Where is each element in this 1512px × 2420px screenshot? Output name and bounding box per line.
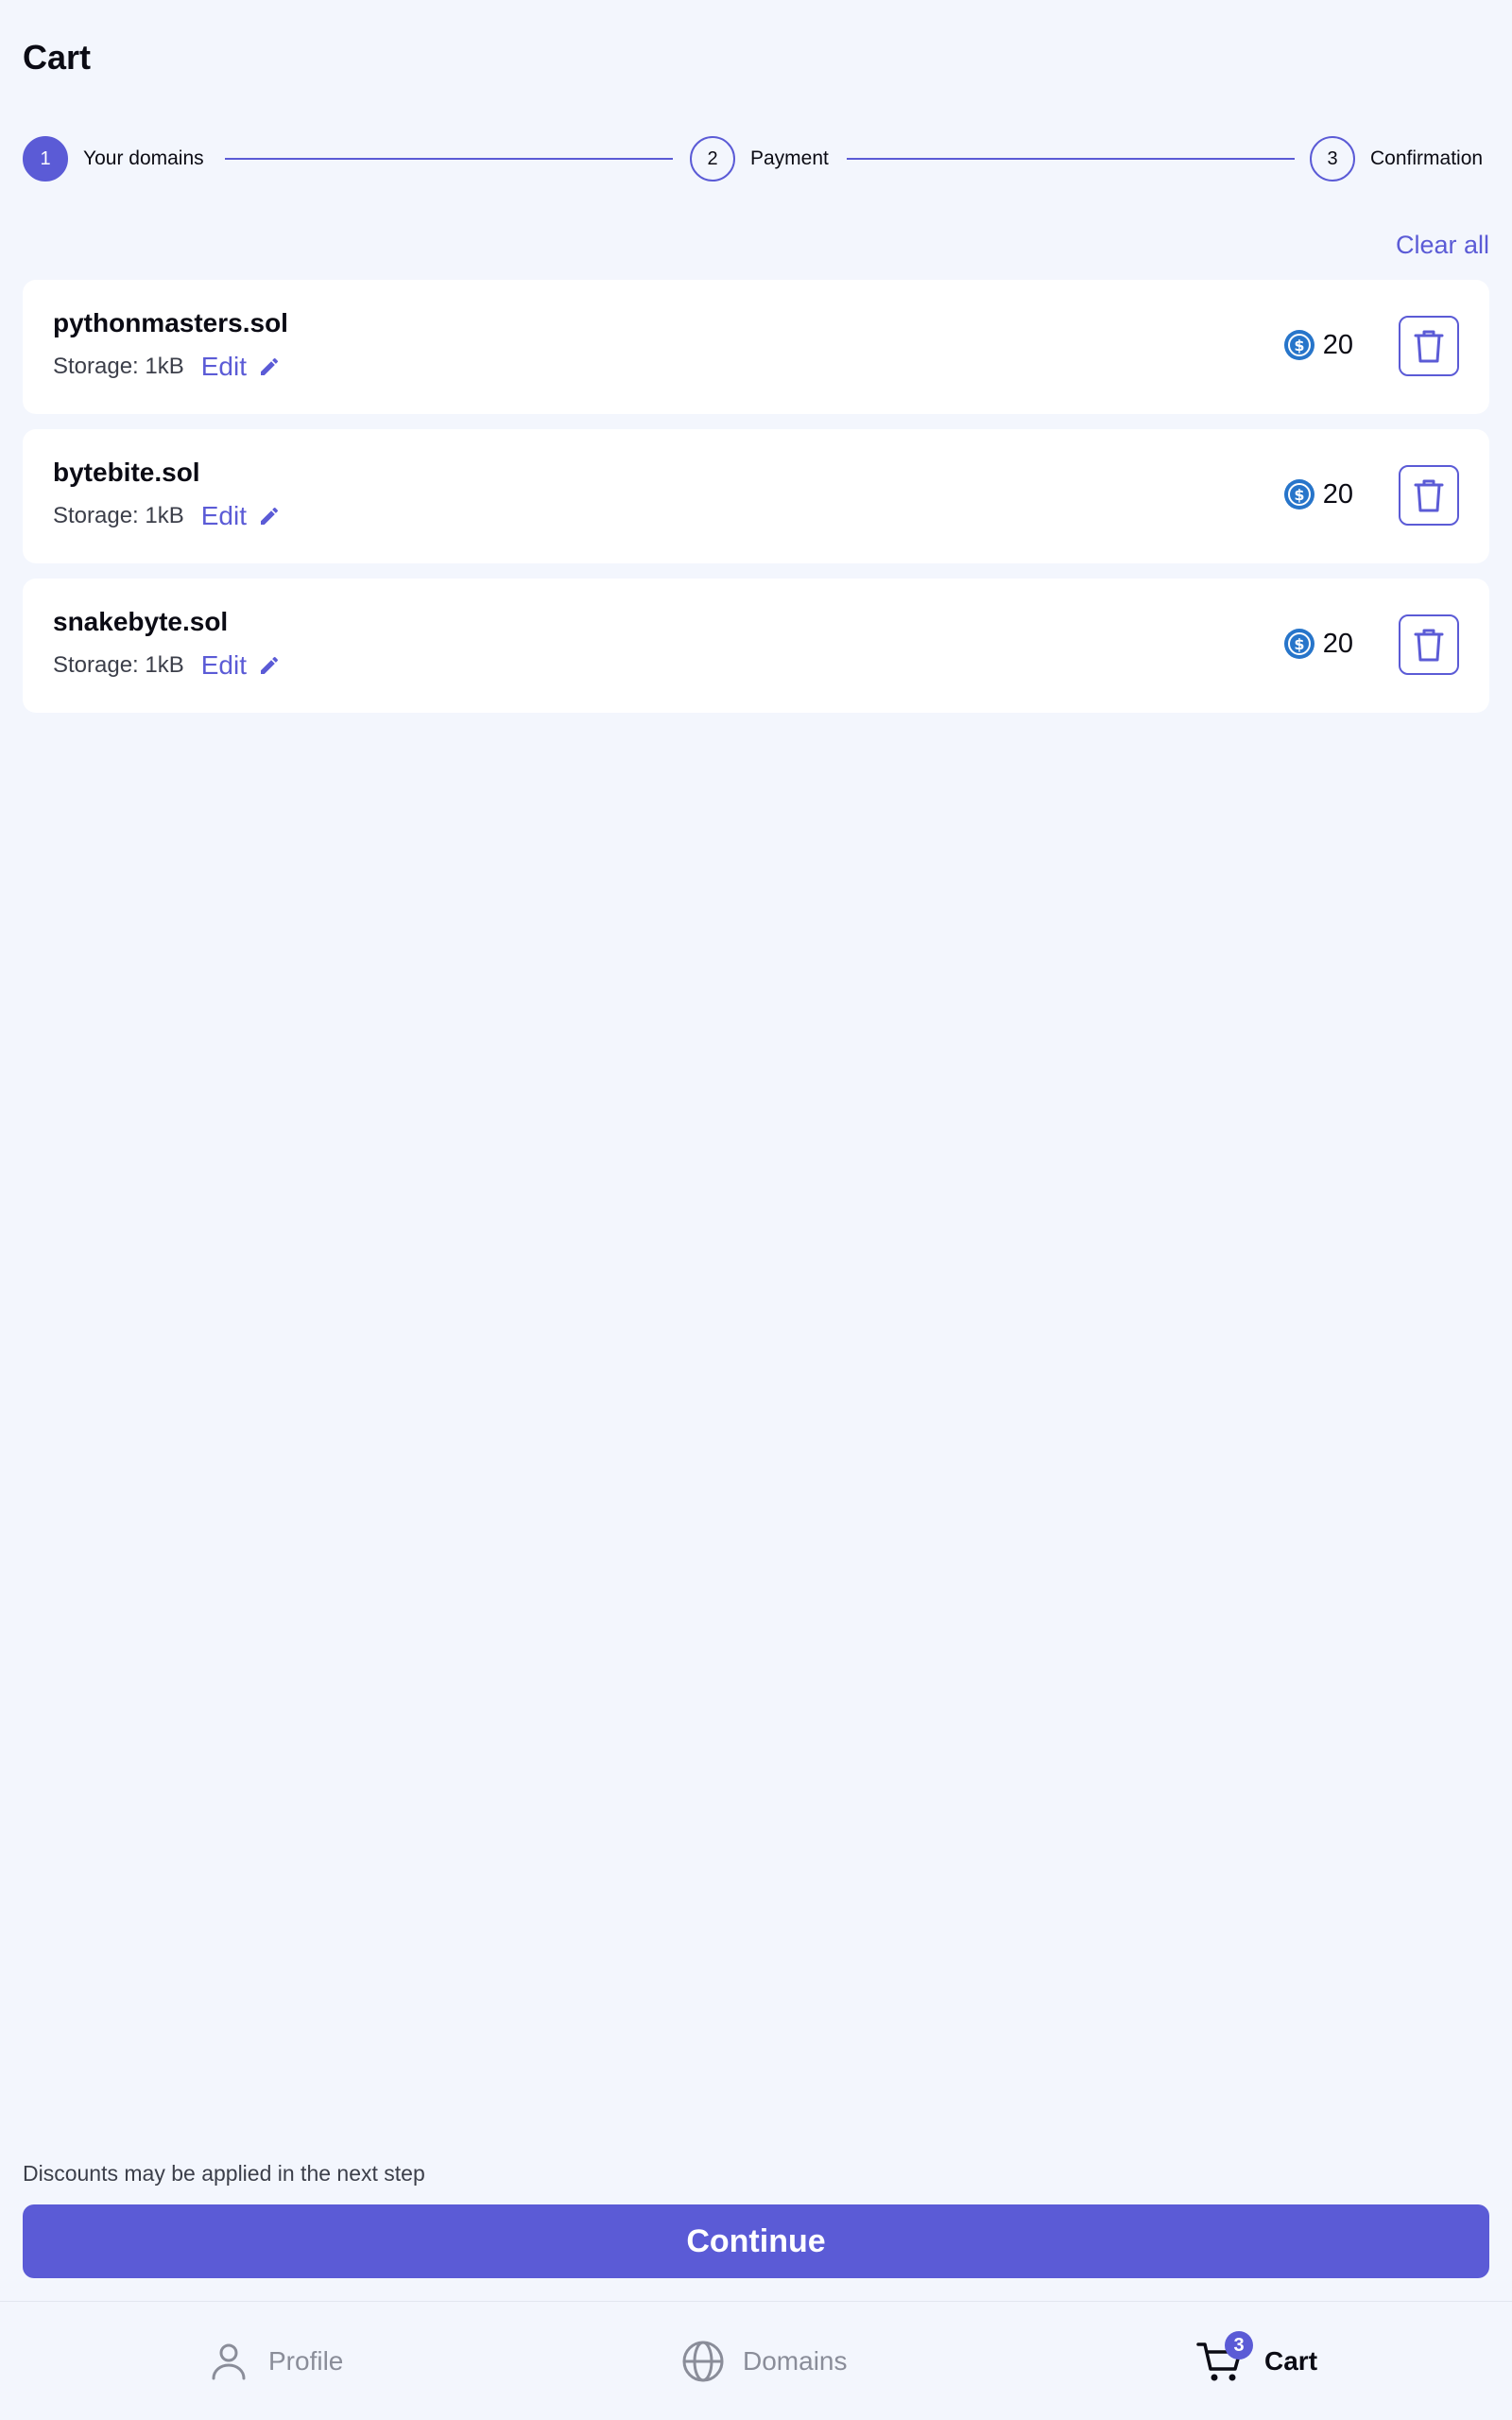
nav-item-cart[interactable]: 3 Cart <box>1194 2302 1317 2420</box>
nav-label: Cart <box>1264 2346 1318 2376</box>
nav-label: Domains <box>743 2346 848 2376</box>
pencil-icon <box>261 357 279 375</box>
domain-name: pythonmasters.sol <box>53 308 288 337</box>
cart-item-list: pythonmasters.sol Storage: 1kB Edit $ 20 <box>23 280 1489 728</box>
nav-label: Profile <box>268 2346 344 2376</box>
delete-item-button[interactable] <box>1399 465 1459 526</box>
trash-icon <box>1414 629 1444 662</box>
edit-label: Edit <box>200 650 247 680</box>
edit-storage-button[interactable]: Edit <box>201 501 281 531</box>
trash-icon <box>1414 330 1444 363</box>
item-price: $ 20 <box>1283 628 1353 660</box>
item-meta: Storage: 1kB Edit <box>53 352 281 382</box>
clear-all-button[interactable]: Clear all <box>1396 231 1489 260</box>
step-number: 2 <box>690 136 735 182</box>
user-icon <box>212 2343 246 2380</box>
continue-button[interactable]: Continue <box>23 2204 1489 2278</box>
delete-item-button[interactable] <box>1399 316 1459 376</box>
nav-item-profile[interactable]: Profile <box>206 2302 343 2420</box>
step-number: 1 <box>23 136 68 182</box>
cart-item: bytebite.sol Storage: 1kB Edit $ 20 <box>23 429 1489 563</box>
edit-storage-button[interactable]: Edit <box>201 352 281 382</box>
step-connector <box>225 158 673 160</box>
checkout-stepper: 1 Your domains 2 Payment 3 Confirmation <box>23 136 1489 182</box>
storage-label: Storage: 1kB <box>53 354 184 379</box>
edit-storage-button[interactable]: Edit <box>201 650 281 681</box>
nav-item-domains[interactable]: Domains <box>680 2302 847 2420</box>
discount-note: Discounts may be applied in the next ste… <box>23 2161 425 2186</box>
step-your-domains[interactable]: 1 Your domains <box>23 136 204 182</box>
step-label: Payment <box>750 147 829 169</box>
pencil-icon <box>261 507 279 525</box>
svg-text:$: $ <box>1294 635 1304 653</box>
cart-item: pythonmasters.sol Storage: 1kB Edit $ 20 <box>23 280 1489 414</box>
page-title: Cart <box>23 38 92 77</box>
bottom-nav: Profile Domains 3 Cart <box>0 2301 1512 2420</box>
pencil-icon <box>261 656 279 674</box>
svg-text:$: $ <box>1294 486 1304 504</box>
domain-name: snakebyte.sol <box>53 607 229 636</box>
step-payment[interactable]: 2 Payment <box>690 136 829 182</box>
svg-text:$: $ <box>1294 337 1304 354</box>
cart-count-badge: 3 <box>1225 2331 1253 2360</box>
step-connector <box>847 158 1295 160</box>
cart-page: Cart 1 Your domains 2 Payment 3 Confirma… <box>0 0 1512 2420</box>
globe-icon <box>682 2341 724 2382</box>
item-meta: Storage: 1kB Edit <box>53 501 281 531</box>
edit-label: Edit <box>200 352 247 381</box>
usdc-coin-icon: $ <box>1283 330 1314 360</box>
delete-item-button[interactable] <box>1399 614 1459 675</box>
usdc-coin-icon: $ <box>1283 479 1314 510</box>
step-label: Your domains <box>83 147 204 169</box>
edit-label: Edit <box>200 501 247 530</box>
item-meta: Storage: 1kB Edit <box>53 650 281 681</box>
step-confirmation[interactable]: 3 Confirmation <box>1310 136 1483 182</box>
item-price: $ 20 <box>1283 329 1353 361</box>
domain-name: bytebite.sol <box>53 458 200 487</box>
price-value: 20 <box>1322 329 1353 360</box>
price-value: 20 <box>1322 478 1353 510</box>
usdc-coin-icon: $ <box>1283 629 1314 659</box>
item-price: $ 20 <box>1283 478 1353 510</box>
storage-label: Storage: 1kB <box>53 503 184 528</box>
step-number: 3 <box>1310 136 1355 182</box>
storage-label: Storage: 1kB <box>53 652 184 678</box>
cart-item: snakebyte.sol Storage: 1kB Edit $ 20 <box>23 579 1489 713</box>
trash-icon <box>1414 479 1444 512</box>
price-value: 20 <box>1322 628 1353 659</box>
cart-icon-wrap: 3 <box>1194 2331 1253 2388</box>
step-label: Confirmation <box>1370 147 1484 169</box>
